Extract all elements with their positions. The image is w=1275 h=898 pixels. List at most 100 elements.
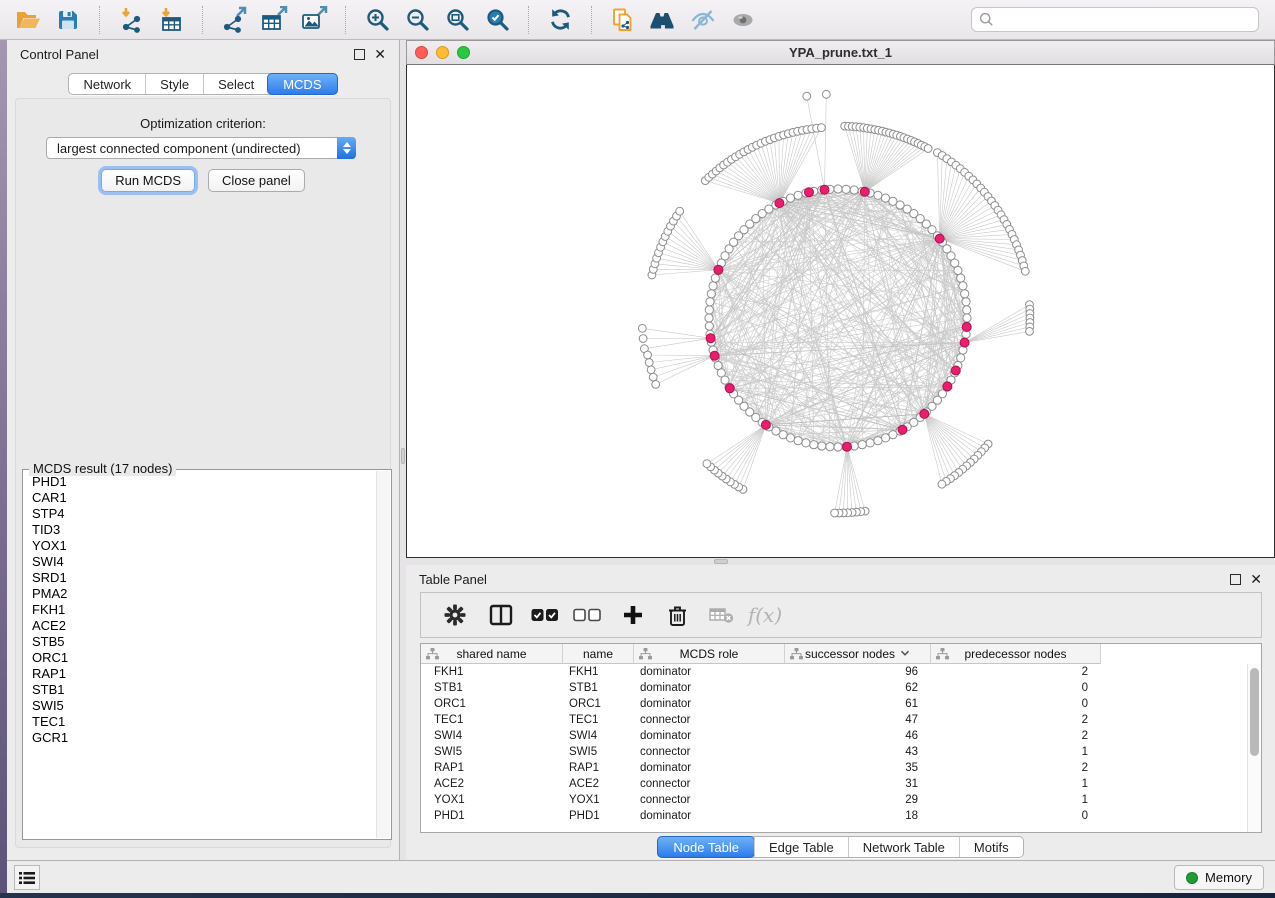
zoom-in-button[interactable] xyxy=(359,4,395,36)
table-options-button[interactable] xyxy=(435,596,475,634)
splitter-handle[interactable] xyxy=(714,559,728,564)
search-input[interactable] xyxy=(1000,12,1251,27)
table-row[interactable]: RAP1RAP1dominator352 xyxy=(421,760,1247,776)
table-row[interactable]: SWI4SWI4dominator462 xyxy=(421,728,1247,744)
table-scrollbar[interactable] xyxy=(1247,664,1261,832)
zoom-fit-button[interactable] xyxy=(439,4,475,36)
network-window-titlebar[interactable]: YPA_prune.txt_1 xyxy=(406,40,1275,65)
toolbar-separator xyxy=(528,6,529,34)
dropdown-stepper-icon xyxy=(337,137,356,159)
table-row[interactable]: ORC1ORC1dominator610 xyxy=(421,696,1247,712)
column-panel-icon xyxy=(489,604,513,626)
select-all-columns-button[interactable] xyxy=(525,596,565,634)
criterion-value: largest connected component (undirected) xyxy=(47,141,338,156)
mcds-result-item[interactable]: TEC1 xyxy=(24,714,376,730)
table-row[interactable]: ACE2ACE2connector311 xyxy=(421,776,1247,792)
create-column-button[interactable] xyxy=(613,596,653,634)
hide-selected-button[interactable] xyxy=(685,4,721,36)
tab-mcds[interactable]: MCDS xyxy=(267,73,337,95)
save-session-button[interactable] xyxy=(50,4,86,36)
memory-button[interactable]: Memory xyxy=(1174,865,1264,890)
mcds-result-item[interactable]: CAR1 xyxy=(24,490,376,506)
optimization-criterion-label: Optimization criterion: xyxy=(16,116,390,131)
float-panel-icon[interactable] xyxy=(1230,574,1241,585)
mcds-result-item[interactable]: PMA2 xyxy=(24,586,376,602)
export-image-button[interactable] xyxy=(296,4,332,36)
network-canvas[interactable] xyxy=(407,65,1274,556)
mcds-result-item[interactable]: ORC1 xyxy=(24,650,376,666)
show-column-panel-button[interactable] xyxy=(481,596,521,634)
zoom-selected-button[interactable] xyxy=(479,4,515,36)
zoom-out-button[interactable] xyxy=(399,4,435,36)
mcds-result-item[interactable]: STB5 xyxy=(24,634,376,650)
mcds-result-item[interactable]: ACE2 xyxy=(24,618,376,634)
toolbar-separator xyxy=(345,6,346,34)
open-session-button[interactable] xyxy=(10,4,46,36)
table-row[interactable]: STB1STB1dominator620 xyxy=(421,680,1247,696)
mcds-result-item[interactable]: PHD1 xyxy=(24,474,376,490)
mcds-result-item[interactable]: YOX1 xyxy=(24,538,376,554)
close-panel-icon[interactable]: ✕ xyxy=(374,49,386,60)
column-header-successor-nodes[interactable]: successor nodes xyxy=(785,644,931,664)
tab-select[interactable]: Select xyxy=(203,74,268,94)
splitter-handle[interactable] xyxy=(401,448,405,464)
column-header-predecessor-nodes[interactable]: predecessor nodes xyxy=(931,644,1101,664)
table-row[interactable]: PHD1PHD1dominator180 xyxy=(421,808,1247,824)
table-row[interactable]: TEC1TEC1connector472 xyxy=(421,712,1247,728)
table-row[interactable]: YOX1YOX1connector291 xyxy=(421,792,1247,808)
tab-motifs[interactable]: Motifs xyxy=(959,837,1023,857)
tab-edge-table[interactable]: Edge Table xyxy=(754,837,848,857)
mcds-result-item[interactable]: STB1 xyxy=(24,682,376,698)
table-panel-tabs: Node TableEdge TableNetwork TableMotifs xyxy=(657,836,1023,858)
delete-column-button[interactable] xyxy=(657,596,697,634)
table-row[interactable]: SWI5SWI5connector431 xyxy=(421,744,1247,760)
table-row[interactable]: FKH1FKH1dominator962 xyxy=(421,664,1247,680)
mcds-list-scrollbar[interactable] xyxy=(376,471,390,838)
horizontal-splitter[interactable] xyxy=(406,558,1275,565)
mcds-result-item[interactable]: TID3 xyxy=(24,522,376,538)
cell-name: ACE2 xyxy=(563,776,634,792)
cell-name: FKH1 xyxy=(563,664,634,680)
save-icon xyxy=(56,8,80,32)
close-panel-icon[interactable]: ✕ xyxy=(1250,574,1262,585)
cell-successor-nodes: 43 xyxy=(785,744,931,760)
task-history-button[interactable] xyxy=(14,865,40,890)
export-network-button[interactable] xyxy=(216,4,252,36)
copy-network-button[interactable] xyxy=(605,4,641,36)
mcds-result-item[interactable]: FKH1 xyxy=(24,602,376,618)
delete-table-button[interactable] xyxy=(701,596,741,634)
eye-icon xyxy=(730,9,756,31)
first-neighbors-button[interactable] xyxy=(645,4,681,36)
tab-node-table[interactable]: Node Table xyxy=(657,836,755,858)
tab-style[interactable]: Style xyxy=(145,74,203,94)
float-panel-icon[interactable] xyxy=(354,49,365,60)
close-panel-button[interactable]: Close panel xyxy=(208,169,305,192)
refresh-layout-button[interactable] xyxy=(542,4,578,36)
cell-shared-name: TEC1 xyxy=(421,712,563,728)
mcds-result-item[interactable]: SWI4 xyxy=(24,554,376,570)
cell-successor-nodes: 62 xyxy=(785,680,931,696)
criterion-dropdown[interactable]: largest connected component (undirected) xyxy=(46,137,356,159)
unselect-all-columns-button[interactable] xyxy=(567,596,607,634)
mcds-result-item[interactable]: SRD1 xyxy=(24,570,376,586)
export-table-button[interactable] xyxy=(256,4,292,36)
tab-network[interactable]: Network xyxy=(69,74,145,94)
column-header-name[interactable]: name xyxy=(563,644,634,664)
import-network-button[interactable] xyxy=(113,4,149,36)
mcds-result-item[interactable]: STP4 xyxy=(24,506,376,522)
mcds-result-item[interactable]: RAP1 xyxy=(24,666,376,682)
cell-predecessor-nodes: 2 xyxy=(931,760,1101,776)
import-table-button[interactable] xyxy=(153,4,189,36)
mcds-result-item[interactable]: SWI5 xyxy=(24,698,376,714)
scrollbar-thumb[interactable] xyxy=(1250,668,1259,756)
tab-network-table[interactable]: Network Table xyxy=(848,837,959,857)
mcds-result-item[interactable]: GCR1 xyxy=(24,730,376,746)
run-mcds-button[interactable]: Run MCDS xyxy=(101,169,195,192)
column-header-shared-name[interactable]: shared name xyxy=(421,644,563,664)
export-image-icon xyxy=(300,6,328,33)
cell-mcds-role: dominator xyxy=(634,664,785,680)
show-all-button[interactable] xyxy=(725,4,761,36)
function-builder-button[interactable]: f(x) xyxy=(745,596,785,634)
column-header-mcds-role[interactable]: MCDS role xyxy=(634,644,785,664)
cell-successor-nodes: 61 xyxy=(785,696,931,712)
